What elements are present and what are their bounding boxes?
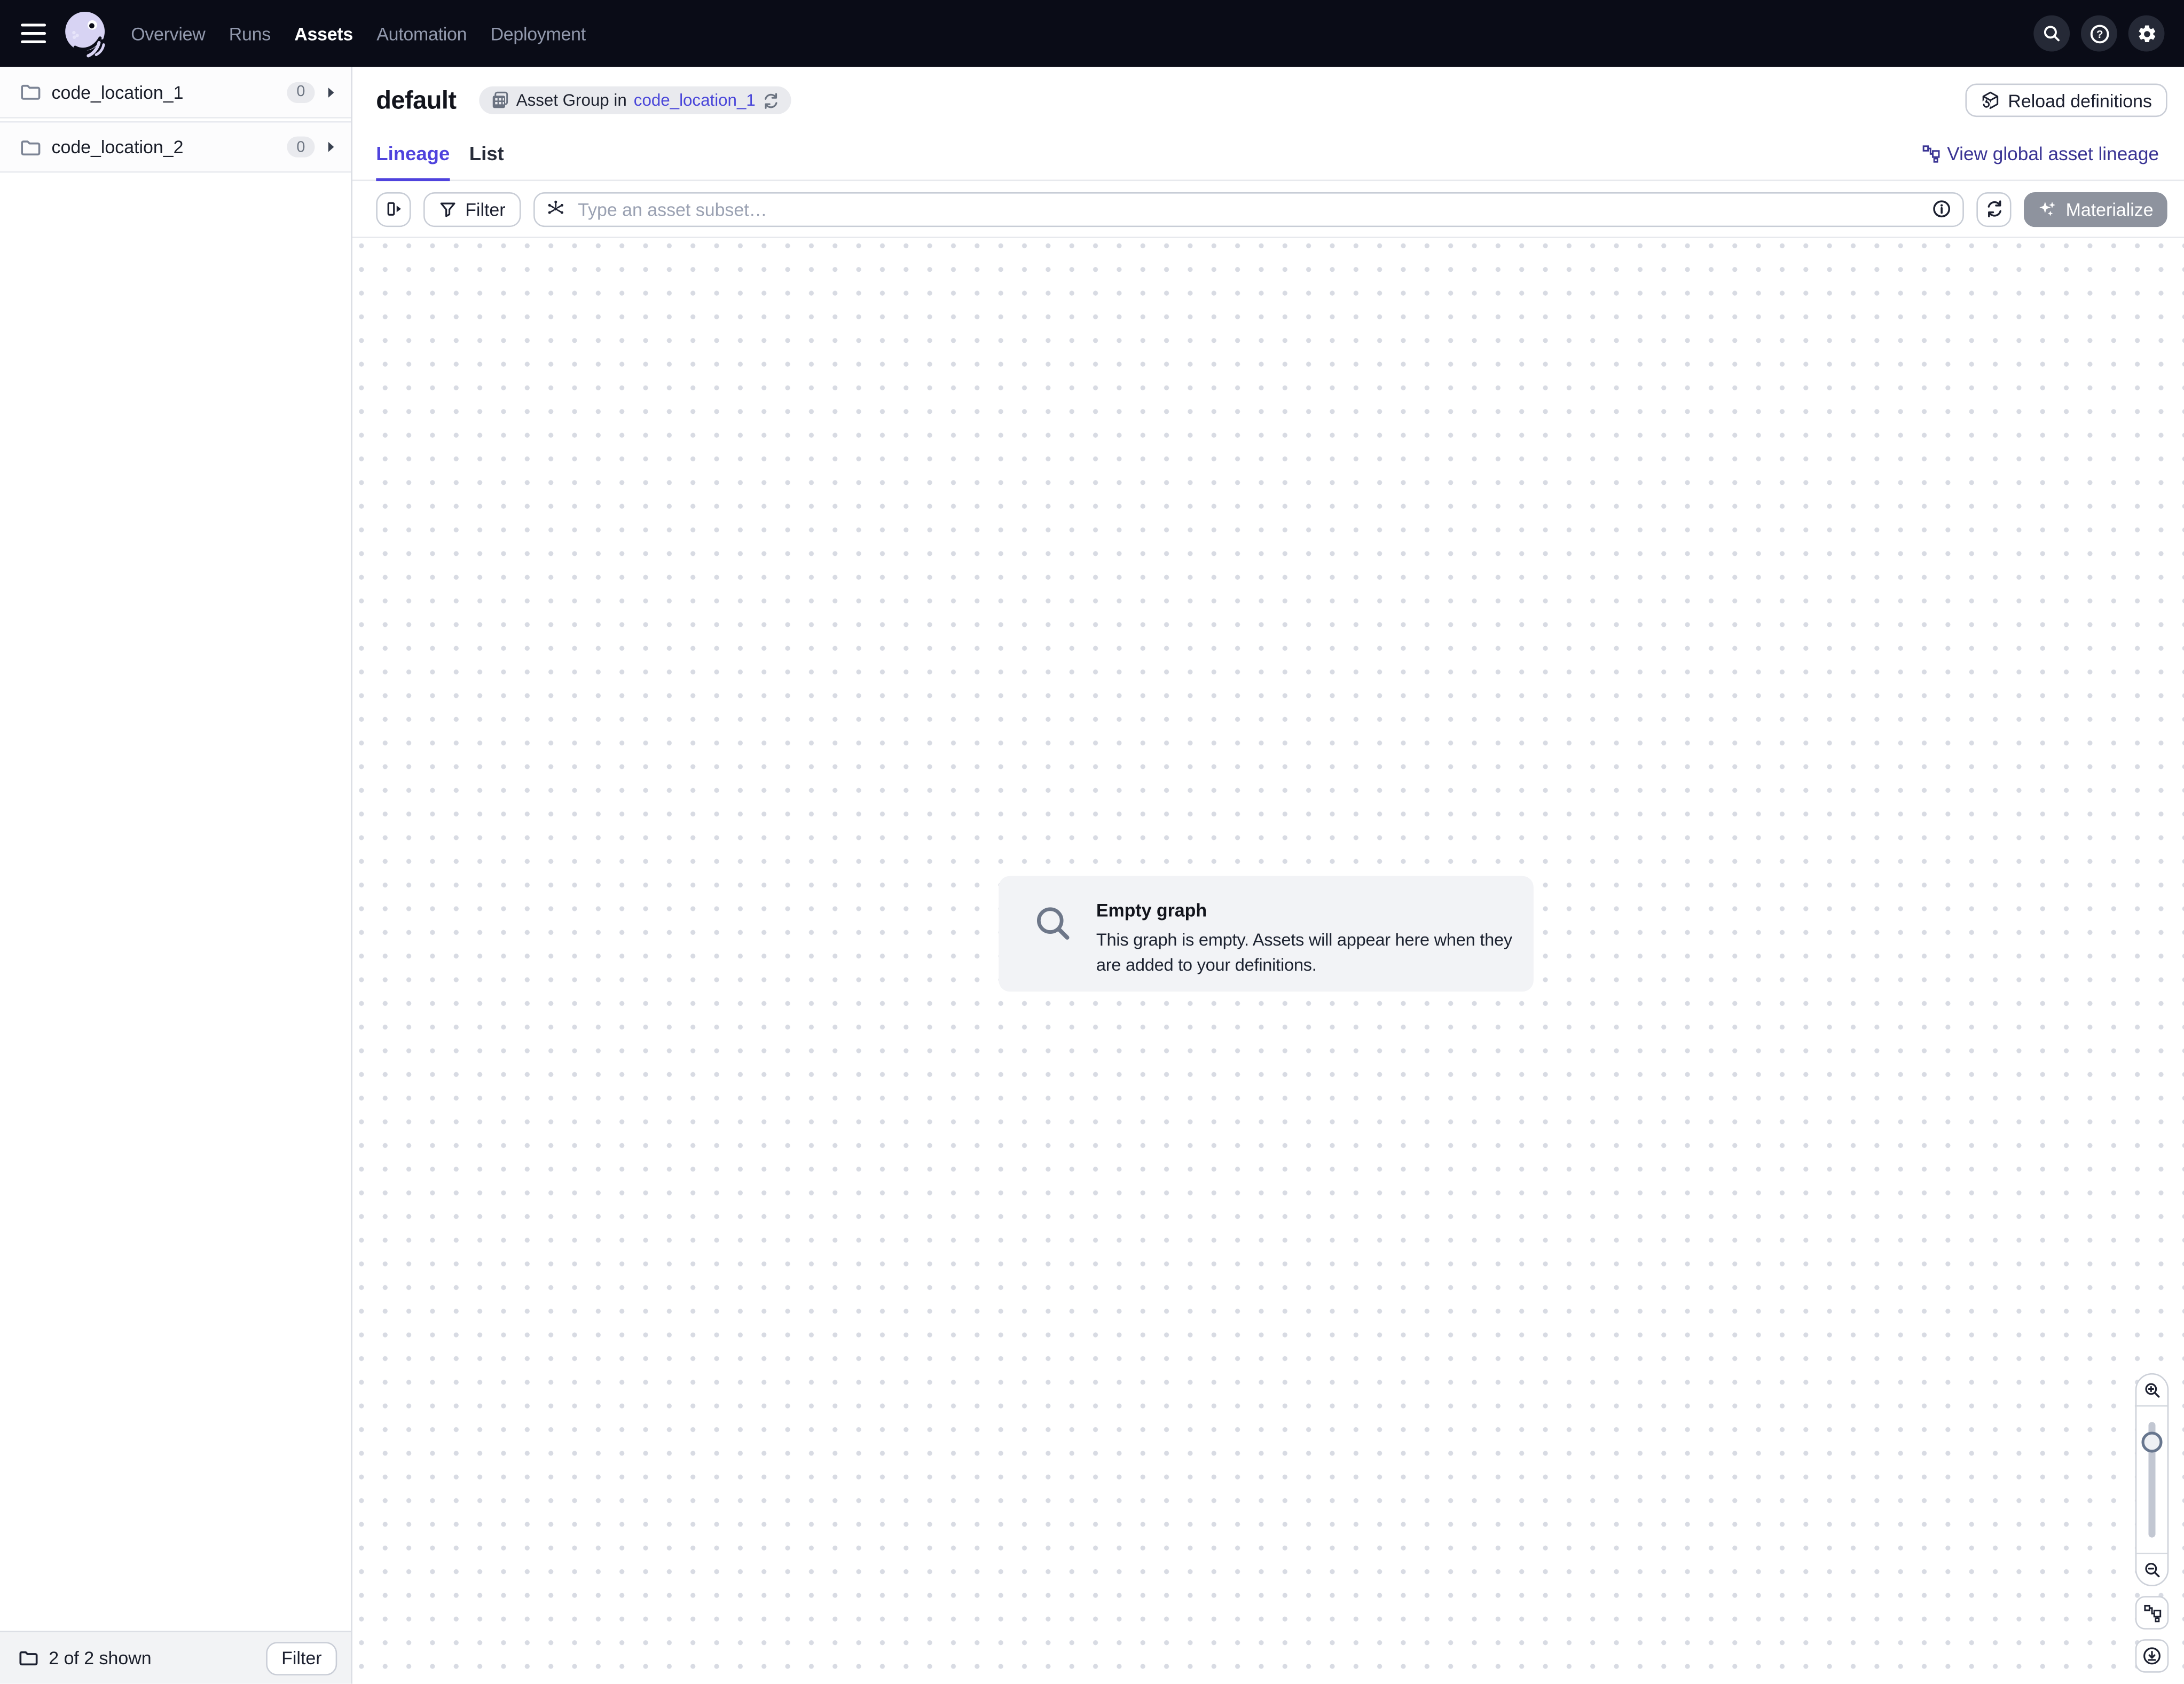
sidebar-item-code-location-2[interactable]: code_location_2 0 [0, 121, 351, 173]
asset-count-badge: 0 [287, 82, 315, 103]
page-header: default Asset Group in code_location_1 [352, 67, 2184, 128]
refresh-graph-button[interactable] [1977, 192, 2012, 226]
nav-item-overview[interactable]: Overview [131, 23, 205, 44]
empty-graph-text: Empty graph This graph is empty. Assets … [1096, 900, 1521, 991]
sidebar-item-code-location-1[interactable]: code_location_1 0 [0, 67, 351, 119]
hamburger-menu-button[interactable] [11, 11, 56, 56]
code-location-label: code_location_1 [52, 82, 287, 103]
dagster-logo [61, 9, 109, 59]
graph-filter-button[interactable]: Filter [423, 192, 521, 226]
code-location-label: code_location_2 [52, 137, 287, 158]
asset-subset-input[interactable] [575, 197, 1922, 221]
lineage-icon [1922, 144, 1940, 162]
asset-group-badge-text: Asset Group in [516, 91, 627, 111]
zoom-control [2135, 1373, 2169, 1586]
asset-groups-sidebar: code_location_1 0 code_location_2 0 [0, 67, 352, 1683]
nav-item-automation[interactable]: Automation [376, 23, 467, 44]
refresh-icon [1984, 199, 2004, 219]
lineage-icon [2143, 1604, 2161, 1622]
view-global-asset-lineage-link[interactable]: View global asset lineage [1922, 127, 2159, 179]
op-selector-icon [546, 199, 565, 219]
fit-lineage-button[interactable] [2135, 1596, 2169, 1630]
magnifier-icon [1035, 905, 1074, 991]
zoom-in-button[interactable] [2136, 1375, 2167, 1407]
download-icon [2142, 1646, 2162, 1666]
folder-icon [20, 136, 42, 158]
nav-item-deployment[interactable]: Deployment [491, 23, 586, 44]
sidebar-filter-button[interactable]: Filter [266, 1641, 337, 1675]
help-icon: ? [2088, 23, 2109, 44]
nav-item-assets[interactable]: Assets [294, 23, 353, 44]
page-title: default [376, 85, 456, 115]
panel-expand-icon [384, 199, 404, 219]
download-image-button[interactable] [2135, 1639, 2169, 1673]
asset-count-badge: 0 [287, 137, 315, 158]
nav-actions: ? [2033, 15, 2164, 52]
help-button[interactable]: ? [2081, 15, 2117, 52]
asset-group-badge: Asset Group in code_location_1 [478, 86, 791, 114]
search-icon [2042, 23, 2062, 43]
lineage-toolbar: Filter [352, 181, 2184, 238]
filter-funnel-icon [439, 200, 457, 218]
zoom-out-button[interactable] [2136, 1553, 2167, 1585]
asset-group-icon [490, 91, 509, 111]
reload-cube-icon [1980, 91, 2000, 111]
shown-count-label: 2 of 2 shown [49, 1648, 266, 1669]
sparkles-icon [2038, 199, 2057, 219]
nav-item-runs[interactable]: Runs [229, 23, 271, 44]
refresh-icon[interactable] [763, 91, 781, 109]
empty-graph-card: Empty graph This graph is empty. Assets … [999, 876, 1534, 991]
expand-panel-button[interactable] [376, 192, 411, 226]
main-content: default Asset Group in code_location_1 [352, 67, 2184, 1683]
tab-lineage[interactable]: Lineage [376, 128, 450, 181]
zoom-slider[interactable] [2136, 1407, 2167, 1553]
empty-graph-title: Empty graph [1096, 900, 1521, 920]
zoom-in-icon [2143, 1381, 2161, 1399]
settings-button[interactable] [2128, 15, 2165, 52]
svg-text:?: ? [2096, 28, 2103, 40]
info-icon[interactable] [1932, 199, 1952, 219]
tabs-row: Lineage List View global asset linea [352, 128, 2184, 181]
primary-nav: Overview Runs Assets Automation Deployme… [131, 23, 586, 44]
app-window: Overview Runs Assets Automation Deployme… [0, 0, 2184, 1684]
chevron-right-icon[interactable] [325, 139, 337, 155]
reload-definitions-button[interactable]: Reload definitions [1965, 84, 2167, 117]
zoom-slider-knob[interactable] [2141, 1431, 2162, 1452]
empty-graph-body: This graph is empty. Assets will appear … [1096, 929, 1521, 979]
folder-icon [18, 1648, 39, 1669]
asset-subset-field [533, 192, 1964, 226]
zoom-out-icon [2143, 1561, 2161, 1579]
tab-list[interactable]: List [469, 128, 504, 181]
chevron-right-icon[interactable] [325, 84, 337, 100]
lineage-graph-canvas[interactable]: Empty graph This graph is empty. Assets … [352, 238, 2184, 1684]
code-location-link[interactable]: code_location_1 [634, 91, 756, 111]
gear-icon [2136, 23, 2157, 44]
search-button[interactable] [2033, 15, 2070, 52]
sidebar-footer: 2 of 2 shown Filter [0, 1631, 351, 1683]
materialize-button[interactable]: Materialize [2024, 192, 2167, 226]
top-nav: Overview Runs Assets Automation Deployme… [0, 0, 2184, 67]
folder-icon [20, 81, 42, 103]
